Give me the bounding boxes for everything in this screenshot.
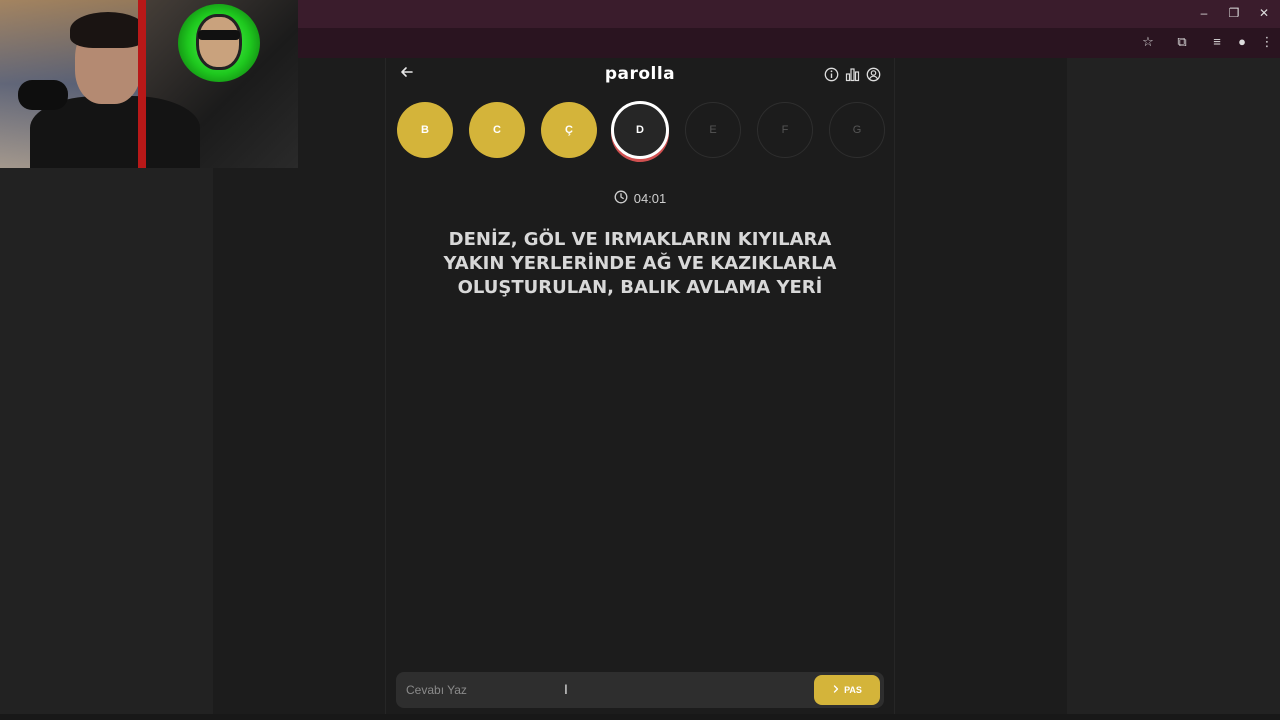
pass-button-label: PAS: [844, 685, 862, 695]
media-control-icon[interactable]: ≡: [1208, 34, 1226, 49]
letter-bubble-f: F: [757, 102, 813, 158]
chevron-right-icon: [832, 685, 840, 695]
countdown-timer: 04:01: [386, 190, 894, 207]
microphone: [18, 80, 68, 110]
extensions-icon[interactable]: ⧉: [1173, 34, 1191, 50]
letter-bubble-e: E: [685, 102, 741, 158]
restore-icon[interactable]: ❐: [1224, 6, 1244, 20]
bottom-strip: [0, 714, 1280, 720]
letter-bubble-b: B: [397, 102, 453, 158]
bar-chart-icon[interactable]: [845, 67, 860, 82]
text-cursor-icon: I: [564, 681, 568, 697]
game-container: parolla B C Ç D E F G 04:01 DENİZ, GÖL V…: [385, 58, 895, 720]
app-title: parolla: [604, 64, 676, 84]
right-margin: [1067, 58, 1280, 720]
letter-bubble-g: G: [829, 102, 885, 158]
browser-menu-icon[interactable]: ⋮: [1258, 34, 1276, 50]
user-circle-icon[interactable]: [866, 67, 881, 82]
bookmark-star-icon[interactable]: ☆: [1139, 34, 1157, 50]
clock-icon: [614, 190, 628, 207]
answer-input[interactable]: [406, 680, 806, 700]
webcam-overlay: [0, 0, 298, 168]
info-icon[interactable]: [824, 67, 839, 82]
pass-button[interactable]: PAS: [814, 675, 880, 705]
page-background-right: [895, 58, 1067, 720]
streamer-hair: [70, 12, 146, 48]
minimize-icon[interactable]: –: [1194, 6, 1214, 20]
timer-value: 04:01: [633, 191, 667, 206]
answer-bar: I PAS: [396, 672, 884, 708]
close-icon[interactable]: ✕: [1254, 6, 1274, 20]
letter-bubble-d: D: [611, 101, 669, 159]
profile-avatar-icon[interactable]: ●: [1233, 34, 1251, 49]
letter-progress: B C Ç D E F G: [386, 101, 894, 162]
avatar-face: [196, 14, 242, 70]
app-header: parolla: [386, 58, 894, 92]
letter-bubble-c-cedilla: Ç: [541, 102, 597, 158]
letter-bubble-c: C: [469, 102, 525, 158]
avatar-sunglasses: [198, 30, 240, 40]
webcam-red-divider: [138, 0, 146, 168]
question-text: DENİZ, GÖL VE IRMAKLARIN KIYILARA YAKIN …: [443, 229, 837, 298]
